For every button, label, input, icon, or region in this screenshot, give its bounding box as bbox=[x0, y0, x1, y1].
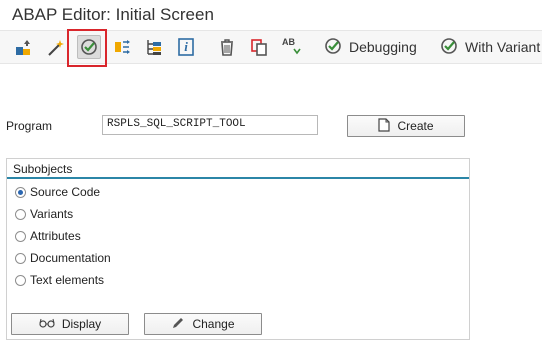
create-button[interactable]: Create bbox=[347, 115, 465, 137]
rename-icon[interactable]: AB bbox=[280, 35, 304, 59]
radio-button[interactable] bbox=[15, 274, 26, 286]
radio-text-elements[interactable]: Text elements bbox=[15, 272, 104, 288]
radio-label: Source Code bbox=[30, 185, 101, 199]
where-used-icon[interactable] bbox=[111, 35, 135, 59]
radio-label: Attributes bbox=[30, 229, 81, 243]
magic-wand-icon[interactable] bbox=[44, 36, 68, 60]
subobjects-title: Subobjects bbox=[13, 162, 73, 176]
check-object-icon[interactable] bbox=[12, 36, 36, 60]
execute-icon[interactable] bbox=[77, 35, 101, 59]
radio-variants[interactable]: Variants bbox=[15, 206, 73, 222]
radio-label: Documentation bbox=[30, 251, 111, 265]
subobjects-divider bbox=[7, 177, 469, 179]
debugging-icon bbox=[323, 36, 343, 59]
debugging-label: Debugging bbox=[349, 39, 417, 55]
radio-button[interactable] bbox=[15, 230, 26, 242]
title-bar: ABAP Editor: Initial Screen bbox=[0, 0, 542, 30]
radio-label: Variants bbox=[30, 207, 74, 221]
subobjects-group: Subobjects Source Code Variants Attribut… bbox=[6, 158, 470, 340]
radio-button[interactable] bbox=[15, 252, 26, 264]
document-icon bbox=[378, 117, 391, 135]
copy-icon[interactable] bbox=[247, 35, 271, 59]
object-list-icon[interactable] bbox=[142, 35, 166, 59]
radio-label: Text elements bbox=[30, 273, 105, 287]
create-label: Create bbox=[397, 119, 434, 133]
program-input[interactable]: RSPLS_SQL_SCRIPT_TOOL bbox=[102, 115, 318, 135]
radio-source-code[interactable]: Source Code bbox=[15, 184, 100, 200]
with-variant-icon bbox=[439, 36, 459, 59]
display-label: Display bbox=[61, 317, 102, 331]
radio-documentation[interactable]: Documentation bbox=[15, 250, 111, 266]
rename-glyph: AB bbox=[282, 37, 295, 47]
radio-button[interactable] bbox=[15, 208, 26, 220]
change-label: Change bbox=[192, 317, 235, 331]
info-glyph: i bbox=[184, 39, 188, 54]
change-button[interactable]: Change bbox=[144, 313, 262, 335]
info-icon[interactable]: i bbox=[174, 35, 198, 59]
pencil-icon bbox=[171, 316, 185, 333]
program-label: Program bbox=[6, 119, 53, 133]
delete-icon[interactable] bbox=[215, 35, 239, 59]
with-variant-label: With Variant bbox=[465, 39, 541, 55]
radio-attributes[interactable]: Attributes bbox=[15, 228, 81, 244]
display-button[interactable]: Display bbox=[11, 313, 129, 335]
with-variant-button[interactable]: With Variant bbox=[439, 35, 540, 59]
debugging-button[interactable]: Debugging bbox=[323, 35, 417, 59]
radio-button-selected[interactable] bbox=[15, 186, 26, 198]
glasses-icon bbox=[39, 317, 55, 331]
window-title: ABAP Editor: Initial Screen bbox=[12, 5, 214, 24]
